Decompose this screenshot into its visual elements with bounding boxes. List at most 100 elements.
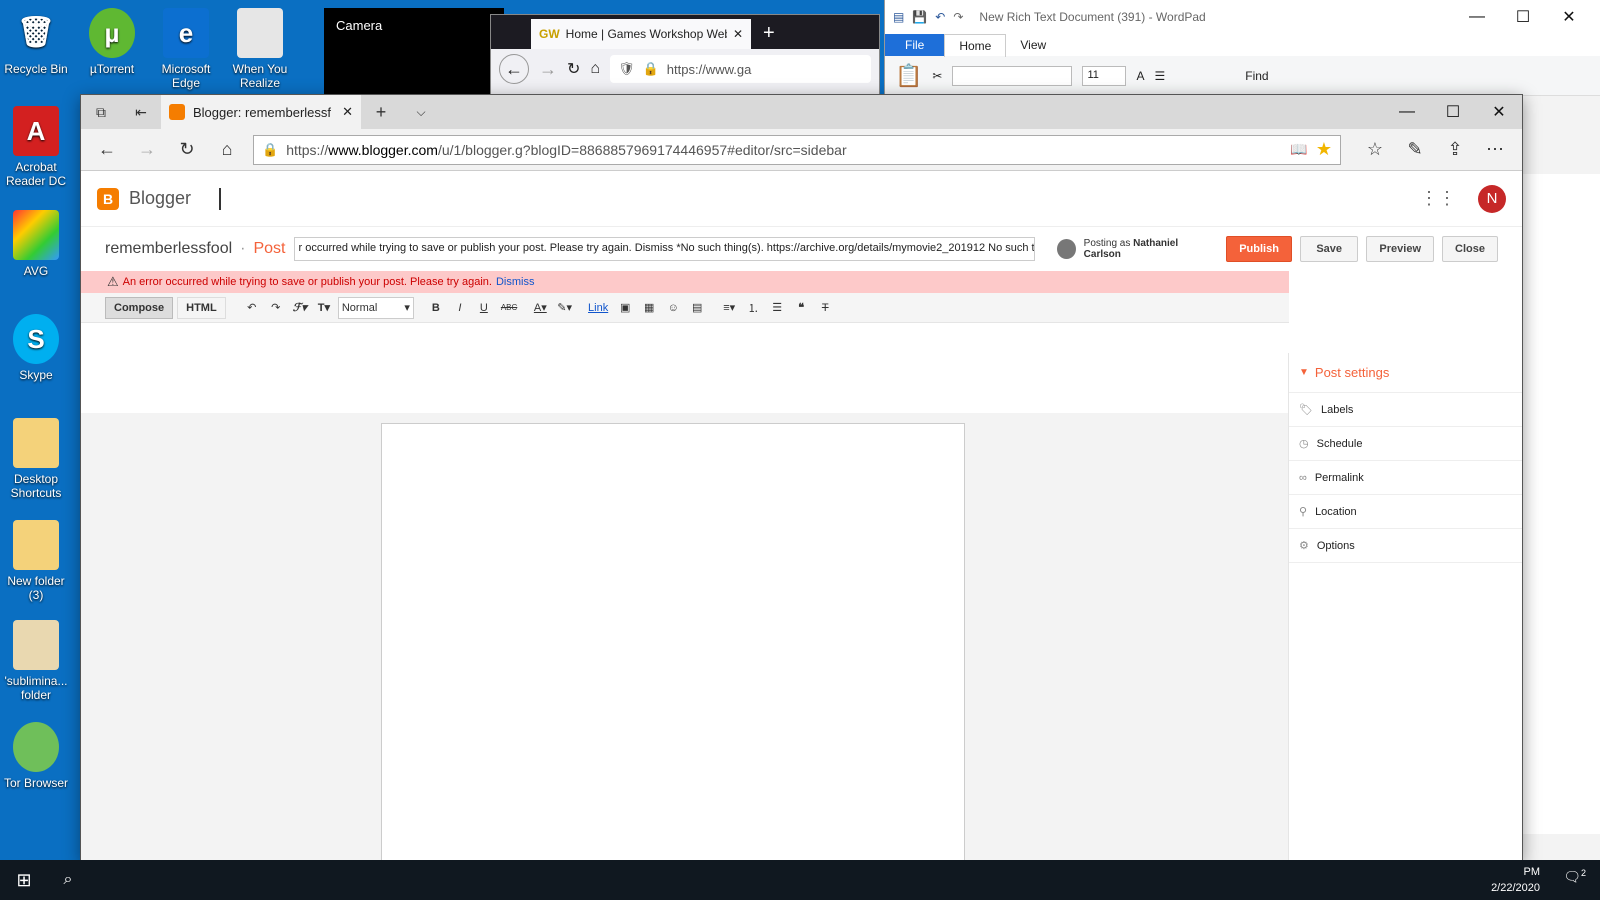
sidebar-item-location[interactable]: ⚲ Location [1289,495,1522,529]
publish-button[interactable]: Publish [1226,236,1292,262]
wordpad-tab-file[interactable]: File [885,34,945,56]
close-button[interactable]: Close [1442,236,1498,262]
font-family-select[interactable] [952,65,1073,86]
save-icon[interactable]: 💾 [912,10,927,24]
forward-icon[interactable]: → [539,59,557,80]
close-tab-icon[interactable]: ✕ [342,104,353,120]
desktop-icon-subliminal-folder[interactable]: 'sublimina... folder [0,620,72,702]
pen-icon[interactable]: ✎ [1395,132,1435,168]
text-color-icon[interactable]: A▾ [530,297,550,319]
post-title-input[interactable]: r occurred while trying to save or publi… [293,237,1035,261]
link-button[interactable]: Link [585,297,611,319]
firefox-url-bar[interactable]: 🛡 🔒 https://www.ga [610,55,871,83]
save-button[interactable]: Save [1299,236,1359,262]
highlight-color-icon[interactable]: ✎▾ [554,297,575,319]
blog-name[interactable]: rememberlessfool [105,240,232,258]
wordpad-document[interactable] [1520,174,1600,834]
edge-window[interactable]: ⧉ ⇤ Blogger: rememberlessf ✕ + ⌵ — ☐ ✕ ←… [80,94,1523,863]
post-settings-title[interactable]: Post settings [1315,365,1389,380]
minimize-button[interactable]: — [1384,96,1430,128]
paste-icon[interactable]: 📋 [895,63,922,89]
start-button[interactable]: ⊞ [0,860,48,900]
taskbar-date[interactable]: 2/22/2020 [1491,880,1540,896]
sidebar-item-permalink[interactable]: ∞ Permalink [1289,461,1522,495]
taskbar-time[interactable]: PM [1491,864,1541,880]
undo-icon[interactable]: ↶ [935,10,945,24]
wordpad-tab-home[interactable]: Home [944,33,1007,57]
blogger-brand[interactable]: Blogger [129,188,191,209]
desktop-icon-tor-browser[interactable]: Tor Browser [0,722,72,790]
favorite-star-icon[interactable]: ★ [1316,139,1332,160]
maximize-button[interactable]: ☐ [1430,96,1476,128]
dismiss-link[interactable]: Dismiss [496,276,535,288]
redo-icon[interactable]: ↷ [953,10,963,24]
search-icon[interactable]: ⌕ [48,860,88,900]
find-label[interactable]: Find [1245,69,1268,83]
reading-view-icon[interactable]: 📖 [1290,141,1307,158]
set-aside-tabs-icon[interactable]: ⇤ [121,94,161,130]
close-button[interactable]: ✕ [1546,1,1592,33]
desktop-icon-skype[interactable]: S Skype [0,314,72,382]
triangle-down-icon[interactable]: ▼ [1299,367,1309,378]
insert-jump-break-icon[interactable]: ▤ [687,297,707,319]
desktop-icon-desktop-shortcuts[interactable]: Desktop Shortcuts [0,418,72,500]
alignment-icon[interactable]: ≡▾ [719,297,739,319]
compose-tab[interactable]: Compose [105,296,174,319]
font-size-icon[interactable]: T▾ [314,297,334,319]
desktop-icon-acrobat[interactable]: A Acrobat Reader DC [0,106,72,188]
desktop-icon-edge[interactable]: e Microsoft Edge [150,8,222,90]
strikethrough-icon[interactable]: ABC [498,297,520,319]
home-icon[interactable]: ⌂ [590,60,600,78]
new-tab-icon[interactable]: + [751,22,787,49]
sidebar-item-options[interactable]: ⚙ Options [1289,529,1522,563]
chevron-down-icon[interactable]: ⌵ [401,94,441,130]
insert-image-icon[interactable]: ▣ [615,297,635,319]
desktop-icon-recycle-bin[interactable]: 🗑 Recycle Bin [0,8,72,77]
blogger-logo-icon[interactable]: B [97,187,119,210]
html-tab[interactable]: HTML [177,296,226,319]
back-icon[interactable]: ← [87,132,127,168]
format-select[interactable]: Normal ▾ [337,296,414,319]
reload-icon[interactable]: ↻ [567,59,580,79]
maximize-button[interactable]: ☐ [1500,1,1546,33]
minimize-button[interactable]: — [1454,1,1500,33]
numbered-list-icon[interactable]: ⒈ [743,297,763,319]
bullet-list-icon[interactable]: ☰ [767,297,787,319]
italic-icon[interactable]: I [450,297,470,319]
grow-font-icon[interactable]: A [1136,69,1144,83]
underline-icon[interactable]: U [474,297,494,319]
remove-formatting-icon[interactable]: T [815,297,835,319]
preview-button[interactable]: Preview [1366,236,1435,262]
new-tab-icon[interactable]: + [361,94,401,130]
firefox-tab[interactable]: GW Home | Games Workshop Web ✕ [531,19,751,49]
notification-icon[interactable]: 🗨2 [1563,868,1586,886]
sidebar-item-schedule[interactable]: ◷ Schedule [1289,427,1522,461]
firefox-window[interactable]: GW Home | Games Workshop Web ✕ + ← → ↻ ⌂… [490,14,880,96]
camera-window[interactable]: Camera [324,8,504,94]
close-icon[interactable]: ✕ [733,27,743,41]
insert-video-icon[interactable]: ▦ [639,297,659,319]
redo-icon[interactable]: ↷ [266,297,286,319]
wordpad-tab-view[interactable]: View [1006,34,1060,56]
edge-tab-blogger[interactable]: Blogger: rememberlessf ✕ [161,95,361,129]
back-icon[interactable]: ← [499,54,529,84]
address-bar[interactable]: 🔒 https://www.blogger.com/u/1/blogger.g?… [253,134,1341,165]
sidebar-item-labels[interactable]: 🏷 Labels [1289,393,1522,427]
favorites-icon[interactable]: ☆ [1355,132,1395,168]
apps-grid-icon[interactable]: ⋮⋮ [1420,188,1456,209]
desktop-icon-avg[interactable]: AVG [0,210,72,278]
undo-icon[interactable]: ↶ [242,297,262,319]
quote-icon[interactable]: ❝ [791,297,811,319]
insert-emoji-icon[interactable]: ☺ [663,297,683,319]
forward-icon[interactable]: → [127,132,167,168]
desktop-icon-utorrent[interactable]: µ µTorrent [76,8,148,76]
post-body-editor[interactable] [381,423,965,863]
desktop-icon-new-folder[interactable]: New folder (3) [0,520,72,602]
font-size-select[interactable]: 11 [1082,65,1127,86]
refresh-icon[interactable]: ↻ [167,132,207,168]
bold-icon[interactable]: B [426,297,446,319]
font-family-icon[interactable]: ℱ▾ [290,297,310,319]
home-icon[interactable]: ⌂ [207,132,247,168]
list-icon[interactable]: ☰ [1154,69,1165,83]
avatar[interactable]: N [1478,184,1506,213]
